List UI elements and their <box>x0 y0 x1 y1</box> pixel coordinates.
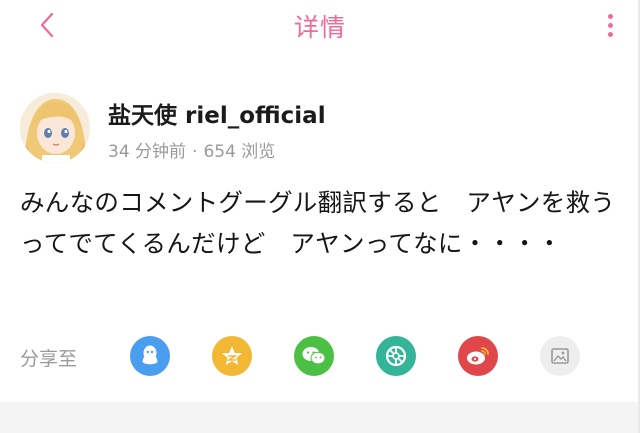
share-label: 分享至 <box>20 348 78 370</box>
moments-icon <box>384 344 408 368</box>
weibo-icon <box>465 345 491 367</box>
qzone-icon <box>220 344 244 368</box>
qq-icon <box>139 344 161 368</box>
more-vertical-icon <box>607 13 613 19</box>
post-content: みんなのコメントグーグル翻訳すると アヤンを救うってでてくるんだけど アヤンって… <box>20 188 616 258</box>
post-time: 34 分钟前 <box>108 142 187 162</box>
top-navigation-bar: 详情 <box>0 0 640 52</box>
avatar-image <box>20 93 90 163</box>
section-divider <box>0 402 640 433</box>
weibo-share-button[interactable] <box>458 336 498 376</box>
avatar[interactable] <box>20 93 90 163</box>
chevron-left-icon <box>40 12 54 38</box>
moments-share-button[interactable] <box>376 336 416 376</box>
qzone-share-button[interactable] <box>212 336 252 376</box>
meta-separator: · <box>192 142 198 162</box>
more-dot <box>607 31 613 37</box>
page-title: 详情 <box>293 13 346 42</box>
save-image-share-button[interactable] <box>540 336 580 376</box>
wechat-share-button[interactable] <box>294 336 334 376</box>
author-name[interactable]: 盐天使 riel_official <box>108 96 326 130</box>
view-count: 654 浏览 <box>203 142 276 162</box>
wechat-icon <box>301 345 327 367</box>
qq-share-button[interactable] <box>130 336 170 376</box>
save-image-icon <box>549 345 571 367</box>
post-meta: 34 分钟前 · 654 浏览 <box>108 137 275 162</box>
more-options-button[interactable] <box>600 10 620 40</box>
back-button[interactable] <box>30 8 64 42</box>
more-dot <box>607 22 613 28</box>
